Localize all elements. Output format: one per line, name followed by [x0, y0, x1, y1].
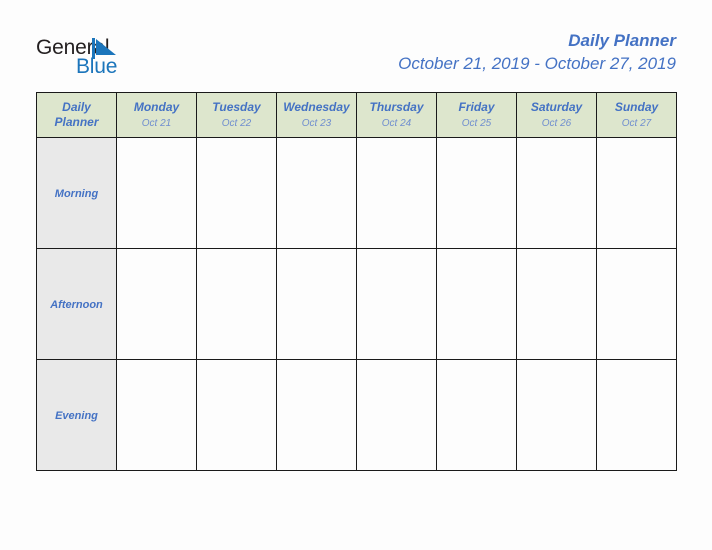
day-name: Wednesday	[283, 99, 350, 114]
slot-afternoon-saturday[interactable]	[516, 248, 597, 360]
row-label-text: Morning	[54, 188, 99, 200]
day-name: Monday	[133, 99, 180, 114]
slot-evening-sunday[interactable]	[596, 359, 677, 471]
slot-morning-friday[interactable]	[436, 137, 517, 249]
day-date: Oct 27	[621, 117, 652, 129]
page-title: Daily Planner	[568, 31, 676, 50]
slot-text	[357, 249, 436, 265]
slot-afternoon-monday[interactable]	[116, 248, 197, 360]
title-block: Daily Planner October 21, 2019 - October…	[398, 30, 676, 76]
slot-text	[437, 138, 516, 154]
slot-text	[517, 138, 596, 154]
row-label-afternoon: Afternoon	[36, 248, 117, 360]
day-name: Friday	[458, 99, 495, 114]
slot-evening-thursday[interactable]	[356, 359, 437, 471]
slot-afternoon-tuesday[interactable]	[196, 248, 277, 360]
slot-text	[197, 138, 276, 154]
table-corner-cell: Daily Planner	[36, 92, 117, 138]
page-header: General Blue Daily Planner October 21, 2…	[0, 0, 712, 92]
day-date: Oct 22	[221, 117, 252, 129]
day-header-thursday: Thursday Oct 24	[356, 92, 437, 138]
day-name: Sunday	[614, 99, 659, 114]
day-header-friday: Friday Oct 25	[436, 92, 517, 138]
slot-evening-friday[interactable]	[436, 359, 517, 471]
table-row-morning: Morning	[36, 137, 677, 249]
day-date: Oct 25	[461, 117, 492, 129]
date-range: October 21, 2019 - October 27, 2019	[398, 54, 676, 73]
slot-text	[197, 249, 276, 265]
slot-text	[597, 360, 676, 376]
slot-text	[517, 360, 596, 376]
slot-morning-sunday[interactable]	[596, 137, 677, 249]
slot-text	[437, 360, 516, 376]
slot-evening-tuesday[interactable]	[196, 359, 277, 471]
day-header-saturday: Saturday Oct 26	[516, 92, 597, 138]
table-body: Morning Afternoon Evening	[36, 137, 677, 471]
row-label-morning: Morning	[36, 137, 117, 249]
row-label-evening: Evening	[36, 359, 117, 471]
slot-text	[517, 249, 596, 265]
slot-afternoon-friday[interactable]	[436, 248, 517, 360]
row-label-text: Evening	[55, 410, 98, 422]
day-header-tuesday: Tuesday Oct 22	[196, 92, 277, 138]
day-name: Saturday	[530, 99, 583, 114]
day-header-wednesday: Wednesday Oct 23	[276, 92, 357, 138]
header-row: Daily Planner Monday Oct 21 Tuesday Oct …	[36, 92, 677, 138]
corner-line-2: Planner	[54, 115, 99, 129]
slot-afternoon-wednesday[interactable]	[276, 248, 357, 360]
slot-morning-tuesday[interactable]	[196, 137, 277, 249]
slot-text	[117, 249, 196, 265]
row-label-text: Afternoon	[50, 299, 103, 311]
slot-text	[597, 138, 676, 154]
slot-morning-wednesday[interactable]	[276, 137, 357, 249]
slot-evening-saturday[interactable]	[516, 359, 597, 471]
corner-line-1: Daily	[62, 100, 91, 114]
day-date: Oct 21	[141, 117, 172, 129]
table-header: Daily Planner Monday Oct 21 Tuesday Oct …	[36, 92, 677, 138]
day-date: Oct 24	[381, 117, 412, 129]
day-name: Tuesday	[212, 99, 261, 114]
slot-text	[277, 249, 356, 265]
day-date: Oct 23	[301, 117, 332, 129]
slot-text	[117, 360, 196, 376]
slot-evening-wednesday[interactable]	[276, 359, 357, 471]
slot-morning-saturday[interactable]	[516, 137, 597, 249]
brand-name-blue: Blue	[76, 55, 118, 78]
slot-text	[277, 360, 356, 376]
slot-morning-monday[interactable]	[116, 137, 197, 249]
slot-text	[597, 249, 676, 265]
slot-text	[437, 249, 516, 265]
day-header-sunday: Sunday Oct 27	[596, 92, 677, 138]
slot-text	[357, 360, 436, 376]
day-date: Oct 26	[541, 117, 572, 129]
slot-morning-thursday[interactable]	[356, 137, 437, 249]
slot-afternoon-thursday[interactable]	[356, 248, 437, 360]
slot-text	[117, 138, 196, 154]
day-name: Thursday	[369, 99, 424, 114]
slot-evening-monday[interactable]	[116, 359, 197, 471]
slot-text	[197, 360, 276, 376]
weekly-planner-table: Daily Planner Monday Oct 21 Tuesday Oct …	[36, 92, 677, 471]
table-row-evening: Evening	[36, 359, 677, 471]
slot-text	[357, 138, 436, 154]
day-header-monday: Monday Oct 21	[116, 92, 197, 138]
brand-logo[interactable]: General Blue	[36, 36, 196, 82]
slot-text	[277, 138, 356, 154]
table-row-afternoon: Afternoon	[36, 248, 677, 360]
slot-afternoon-sunday[interactable]	[596, 248, 677, 360]
